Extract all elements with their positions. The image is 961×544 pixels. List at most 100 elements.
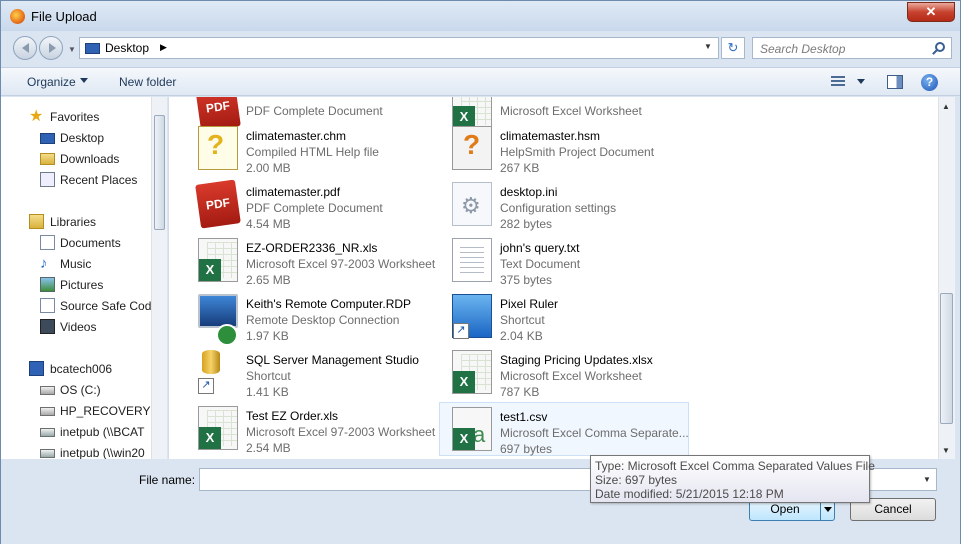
sidebar-item-source-safe-code[interactable]: Source Safe Code [1,296,158,316]
file-type: PDF Complete Document [246,201,383,215]
file-type: Microsoft Excel 97-2003 Worksheet [246,425,436,439]
sidebar-item-downloads[interactable]: Downloads [1,149,151,169]
videos-icon [40,319,55,334]
sidebar-item-label: Desktop [60,131,105,145]
library-icon [40,298,55,313]
open-options-chevron-icon[interactable] [824,507,832,516]
sidebar-item-videos[interactable]: Videos [1,317,151,337]
file-item[interactable]: desktop.ini Configuration settings 282 b… [440,178,690,232]
file-type: Remote Desktop Connection [246,313,400,327]
search-icon[interactable] [935,42,945,52]
command-bar: Organize New folder ? [1,67,960,96]
file-list-scroll-thumb[interactable] [940,293,953,424]
search-input[interactable]: Search Desktop [752,37,952,59]
sidebar-item-hp-recovery[interactable]: HP_RECOVERY (D [1,401,166,421]
address-row: ▼ Desktop ▶ ▼ ↻ Search Desktop [1,33,960,63]
back-button[interactable] [13,36,37,60]
sidebar-item-music[interactable]: ♪ Music [1,254,151,274]
file-size: 2.65 MB [246,273,291,287]
file-size: 697 bytes [500,442,553,456]
file-item[interactable]: Pixel Ruler Shortcut 2.04 KB [440,290,690,344]
file-type: Text Document [500,257,581,271]
sidebar-item-desktop[interactable]: Desktop [1,128,151,148]
file-name: Keith's Remote Computer.RDP [246,297,412,311]
file-list: PDF PDF Complete Document Microsoft Exce… [168,97,938,459]
music-icon: ♪ [40,255,48,272]
file-name: SQL Server Management Studio [246,353,419,367]
sidebar-item-favorites[interactable]: ★ Favorites [1,107,151,127]
sidebar-item-label: Favorites [50,110,100,124]
file-item[interactable]: EZ-ORDER2336_NR.xls Microsoft Excel 97-2… [186,234,436,288]
navigation-scroll-thumb[interactable] [154,115,165,230]
excel-icon [452,350,492,394]
recent-places-icon [40,172,55,187]
file-size: 4.54 MB [246,217,291,231]
file-item[interactable]: Test EZ Order.xls Microsoft Excel 97-200… [186,402,436,456]
pictures-icon [40,277,55,292]
search-placeholder: Search Desktop [760,42,846,56]
address-location[interactable]: Desktop [105,41,149,55]
tooltip-size: Size: 697 bytes [595,473,678,487]
sidebar-item-recent-places[interactable]: Recent Places [1,170,151,190]
sidebar-item-label: Libraries [50,215,97,229]
star-icon: ★ [29,108,44,125]
helpsmith-icon [452,126,492,170]
file-name: Pixel Ruler [500,297,559,311]
breadcrumb-arrow-icon[interactable]: ▶ [160,42,167,53]
sidebar-item-inetpub-bcat[interactable]: inetpub (\\BCAT [1,422,151,442]
settings-file-icon [452,182,492,226]
file-item[interactable]: john's query.txt Text Document 375 bytes [440,234,690,288]
file-type-dropdown-icon[interactable]: ▼ [923,475,931,484]
file-upload-dialog: File Upload ✕ ▼ Desktop ▶ ▼ ↻ Search Des… [0,0,961,544]
recent-pages-dropdown-icon[interactable]: ▼ [68,45,76,54]
file-name: desktop.ini [500,185,558,199]
file-type: HelpSmith Project Document [500,145,655,159]
refresh-button[interactable]: ↻ [721,37,745,59]
new-folder-button[interactable]: New folder [119,75,176,89]
sidebar-item-os-drive[interactable]: OS (C:) [1,380,151,400]
file-type: Microsoft Excel Worksheet [500,104,642,118]
file-item-hovered[interactable]: test1.csv Microsoft Excel Comma Separate… [439,402,689,456]
file-type: Shortcut [246,369,291,383]
help-icon[interactable]: ? [921,74,938,91]
scroll-down-arrow-icon[interactable]: ▼ [942,446,950,455]
view-options-chevron-icon[interactable] [857,79,865,88]
preview-pane-icon[interactable] [887,75,903,89]
sidebar-item-libraries[interactable]: Libraries [1,212,151,232]
file-item[interactable]: Staging Pricing Updates.xlsx Microsoft E… [440,346,690,400]
title-bar: File Upload ✕ [1,1,960,31]
file-item[interactable]: climatemaster.hsm HelpSmith Project Docu… [440,122,690,176]
file-name: test1.csv [500,410,548,424]
file-info-tooltip: Type: Microsoft Excel Comma Separated Va… [590,455,875,503]
organize-button[interactable]: Organize [27,75,76,89]
sidebar-item-inetpub-win[interactable]: inetpub (\\win20 [1,443,151,459]
desktop-icon [40,133,55,144]
text-file-icon [452,238,492,282]
sidebar-item-computer[interactable]: bcatech006 [1,359,151,379]
sidebar-item-label: Music [60,257,92,271]
chevron-down-icon[interactable] [80,78,88,87]
close-button[interactable]: ✕ [907,2,955,22]
navigation-scrollbar[interactable] [151,97,167,459]
file-size: 267 KB [500,161,540,175]
sidebar-item-label: Downloads [60,152,120,166]
file-name: Staging Pricing Updates.xlsx [500,353,653,367]
file-item[interactable]: climatemaster.chm Compiled HTML Help fil… [186,122,436,176]
address-bar[interactable]: Desktop ▶ ▼ [79,37,719,59]
file-type: Microsoft Excel Comma Separate... [500,426,689,440]
sidebar-item-documents[interactable]: Documents [1,233,151,253]
change-view-icon[interactable] [831,76,845,88]
file-size: 2.00 MB [246,161,291,175]
file-type: Microsoft Excel Worksheet [500,369,642,383]
scroll-up-arrow-icon[interactable]: ▲ [942,102,950,111]
file-type: Shortcut [500,313,545,327]
forward-button[interactable] [39,36,63,60]
sidebar-item-label: bcatech006 [50,362,113,376]
remote-desktop-icon [198,294,238,346]
sidebar-item-pictures[interactable]: Pictures [1,275,151,295]
address-dropdown-icon[interactable]: ▼ [704,42,712,51]
file-type: Microsoft Excel 97-2003 Worksheet [246,257,436,271]
file-item[interactable]: Keith's Remote Computer.RDP Remote Deskt… [186,290,436,346]
file-item[interactable]: SQL Server Management Studio Shortcut 1.… [186,346,436,400]
file-item[interactable]: PDF climatemaster.pdf PDF Complete Docum… [186,178,436,232]
